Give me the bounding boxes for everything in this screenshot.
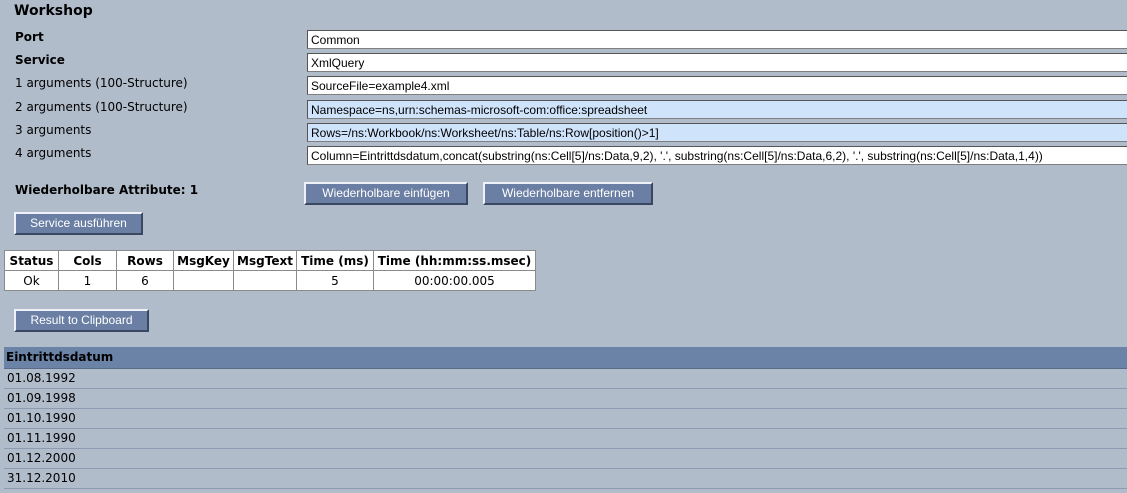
remove-repeatable-button[interactable]: Wiederholbare entfernen [483, 182, 653, 205]
result-row: 01.08.1992 [4, 369, 1127, 389]
run-service-button[interactable]: Service ausführen [14, 212, 143, 235]
service-field[interactable]: XmlQuery [307, 53, 1127, 72]
result-to-clipboard-button[interactable]: Result to Clipboard [14, 309, 149, 332]
cols-header: Cols [58, 250, 117, 271]
port-label: Port [15, 30, 44, 44]
argument-4-label: 4 arguments [15, 146, 92, 160]
argument-3-label: 3 arguments [15, 123, 92, 137]
result-row: 01.11.1990 [4, 429, 1127, 449]
msgtext-header: MsgText [233, 250, 297, 271]
status-table: Status Cols Rows MsgKey MsgText Time (ms… [4, 250, 536, 291]
result-row: 01.10.1990 [4, 409, 1127, 429]
argument-1-label: 1 arguments (100-Structure) [15, 76, 188, 90]
argument-3-field[interactable]: Rows=/ns:Workbook/ns:Worksheet/ns:Table/… [307, 123, 1127, 142]
result-column-header: Eintrittdsdatum [4, 347, 1127, 369]
result-row: 31.12.2010 [4, 469, 1127, 489]
msgkey-value [173, 270, 234, 291]
time-formatted-header: Time (hh:mm:ss.msec) [373, 250, 536, 271]
msgtext-value [233, 270, 297, 291]
status-header: Status [4, 250, 59, 271]
status-table-row: Ok 1 6 5 00:00:00.005 [4, 270, 536, 291]
argument-1-field[interactable]: SourceFile=example4.xml [307, 76, 1127, 95]
time-formatted-value: 00:00:00.005 [373, 270, 536, 291]
time-ms-header: Time (ms) [296, 250, 374, 271]
port-field[interactable]: Common [307, 30, 1127, 49]
result-table: Eintrittdsdatum 01.08.1992 01.09.1998 01… [4, 347, 1127, 489]
repeatable-attributes-label: Wiederholbare Attribute: 1 [15, 183, 199, 197]
argument-4-field[interactable]: Column=Eintrittdsdatum,concat(substring(… [307, 146, 1127, 165]
rows-value: 6 [116, 270, 174, 291]
result-row: 01.09.1998 [4, 389, 1127, 409]
status-value: Ok [4, 270, 59, 291]
cols-value: 1 [58, 270, 117, 291]
argument-2-field[interactable]: Namespace=ns,urn:schemas-microsoft-com:o… [307, 100, 1127, 119]
insert-repeatable-button[interactable]: Wiederholbare einfügen [304, 182, 468, 205]
result-row: 01.12.2000 [4, 449, 1127, 469]
service-label: Service [15, 53, 65, 67]
argument-2-label: 2 arguments (100-Structure) [15, 100, 188, 114]
page-title: Workshop [14, 3, 93, 19]
msgkey-header: MsgKey [173, 250, 234, 271]
time-ms-value: 5 [296, 270, 374, 291]
status-table-header-row: Status Cols Rows MsgKey MsgText Time (ms… [4, 250, 536, 271]
rows-header: Rows [116, 250, 174, 271]
